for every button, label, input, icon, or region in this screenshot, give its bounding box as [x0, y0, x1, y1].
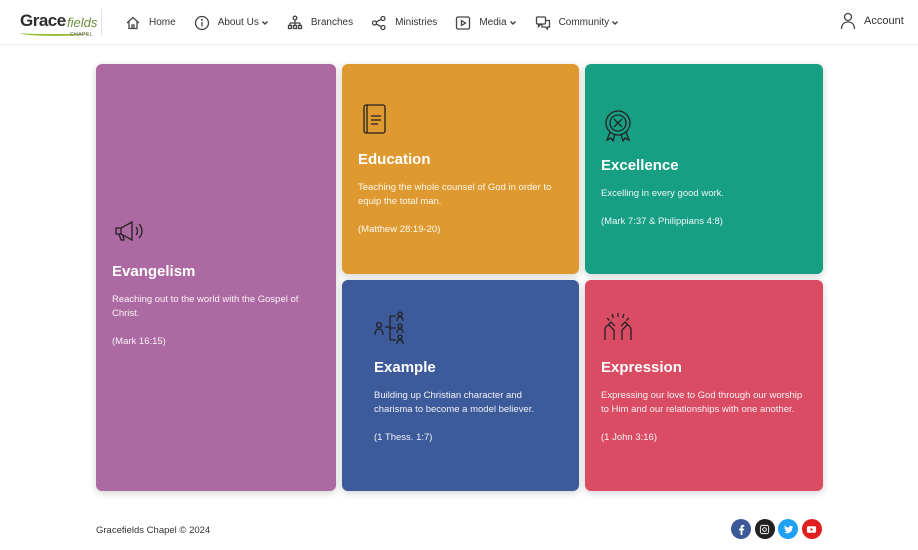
- account-button[interactable]: Account: [840, 12, 904, 30]
- chevron-down-icon: [612, 20, 619, 25]
- megaphone-icon: [115, 220, 143, 242]
- instagram-icon: [759, 524, 770, 534]
- logo-brand-tail: fields: [67, 15, 98, 30]
- card-education: Education Teaching the whole counsel of …: [342, 64, 579, 274]
- network-icon: [371, 15, 386, 30]
- logo-divider: [101, 9, 102, 35]
- social-links: [731, 519, 825, 539]
- facebook-icon: [738, 524, 744, 535]
- mentorship-icon: [374, 311, 404, 345]
- card-expression-title: Expression: [601, 359, 682, 376]
- logo-brand: Grace: [20, 11, 66, 30]
- card-example-title: Example: [374, 359, 436, 376]
- info-icon: [194, 15, 209, 30]
- logo-subtitle: CHAPEL: [70, 32, 94, 38]
- main-nav: Home About Us Branches Ministries Media …: [125, 0, 637, 45]
- card-expression: Expression Expressing our love to God th…: [585, 280, 823, 491]
- footer-copyright: Gracefields Chapel © 2024: [96, 525, 211, 536]
- card-excellence-ref: (Mark 7:37 & Philippians 4:8): [601, 216, 723, 227]
- card-evangelism: Evangelism Reaching out to the world wit…: [96, 64, 336, 491]
- card-example-ref: (1 Thess. 1:7): [374, 432, 433, 443]
- nav-about-label: About Us: [217, 17, 259, 28]
- card-excellence-title: Excellence: [601, 157, 679, 174]
- home-icon: [126, 16, 140, 29]
- book-icon: [363, 104, 386, 134]
- site-logo[interactable]: Grace fields CHAPEL: [20, 8, 100, 38]
- nav-home-label: Home: [149, 17, 176, 28]
- nav-home[interactable]: Home: [125, 15, 176, 31]
- card-education-text: Teaching the whole counsel of God in ord…: [358, 182, 552, 207]
- instagram-link[interactable]: [754, 519, 775, 539]
- chevron-down-icon: [261, 20, 268, 25]
- card-evangelism-title: Evangelism: [112, 263, 196, 280]
- sitemap-icon: [287, 15, 302, 29]
- card-expression-ref: (1 John 3:16): [601, 432, 657, 443]
- card-education-ref: (Matthew 28:19-20): [358, 224, 441, 235]
- card-education-content: Education Teaching the whole counsel of …: [358, 102, 563, 237]
- card-evangelism-content: Evangelism Reaching out to the world wit…: [112, 214, 320, 349]
- nav-community-label: Community: [558, 17, 610, 28]
- site-header: Grace fields CHAPEL Home About Us Branch…: [0, 0, 918, 45]
- youtube-icon: [806, 525, 817, 533]
- card-example-content: Example Building up Christian character …: [374, 310, 553, 445]
- nav-branches-label: Branches: [310, 17, 354, 28]
- card-excellence: Excellence Excelling in every good work.…: [585, 64, 823, 274]
- raised-hands-icon: [604, 313, 632, 340]
- card-example: Example Building up Christian character …: [342, 280, 579, 491]
- card-education-title: Education: [358, 151, 431, 168]
- card-expression-content: Expression Expressing our love to God th…: [601, 310, 807, 445]
- award-badge-icon: [605, 110, 631, 143]
- youtube-link[interactable]: [801, 519, 822, 539]
- twitter-icon: [783, 525, 793, 533]
- chevron-down-icon: [509, 20, 516, 25]
- card-expression-text: Expressing our love to God through our w…: [601, 390, 803, 415]
- nav-ministries-label: Ministries: [395, 17, 438, 28]
- twitter-link[interactable]: [778, 519, 798, 539]
- nav-community[interactable]: Community: [535, 15, 620, 31]
- nav-media[interactable]: Media: [455, 15, 516, 31]
- card-example-text: Building up Christian character and char…: [374, 390, 534, 415]
- nav-about[interactable]: About Us: [194, 15, 269, 31]
- chat-icon: [535, 15, 550, 31]
- play-icon: [456, 15, 471, 30]
- card-excellence-content: Excellence Excelling in every good work.…: [601, 108, 807, 229]
- nav-media-label: Media: [479, 17, 507, 28]
- account-label: Account: [864, 15, 904, 27]
- card-excellence-text: Excelling in every good work.: [601, 188, 725, 199]
- nav-ministries[interactable]: Ministries: [371, 15, 437, 31]
- nav-branches[interactable]: Branches: [287, 15, 353, 31]
- card-evangelism-text: Reaching out to the world with the Gospe…: [112, 294, 299, 319]
- user-icon: [840, 12, 856, 30]
- facebook-link[interactable]: [731, 519, 751, 539]
- card-evangelism-ref: (Mark 16:15): [112, 336, 166, 347]
